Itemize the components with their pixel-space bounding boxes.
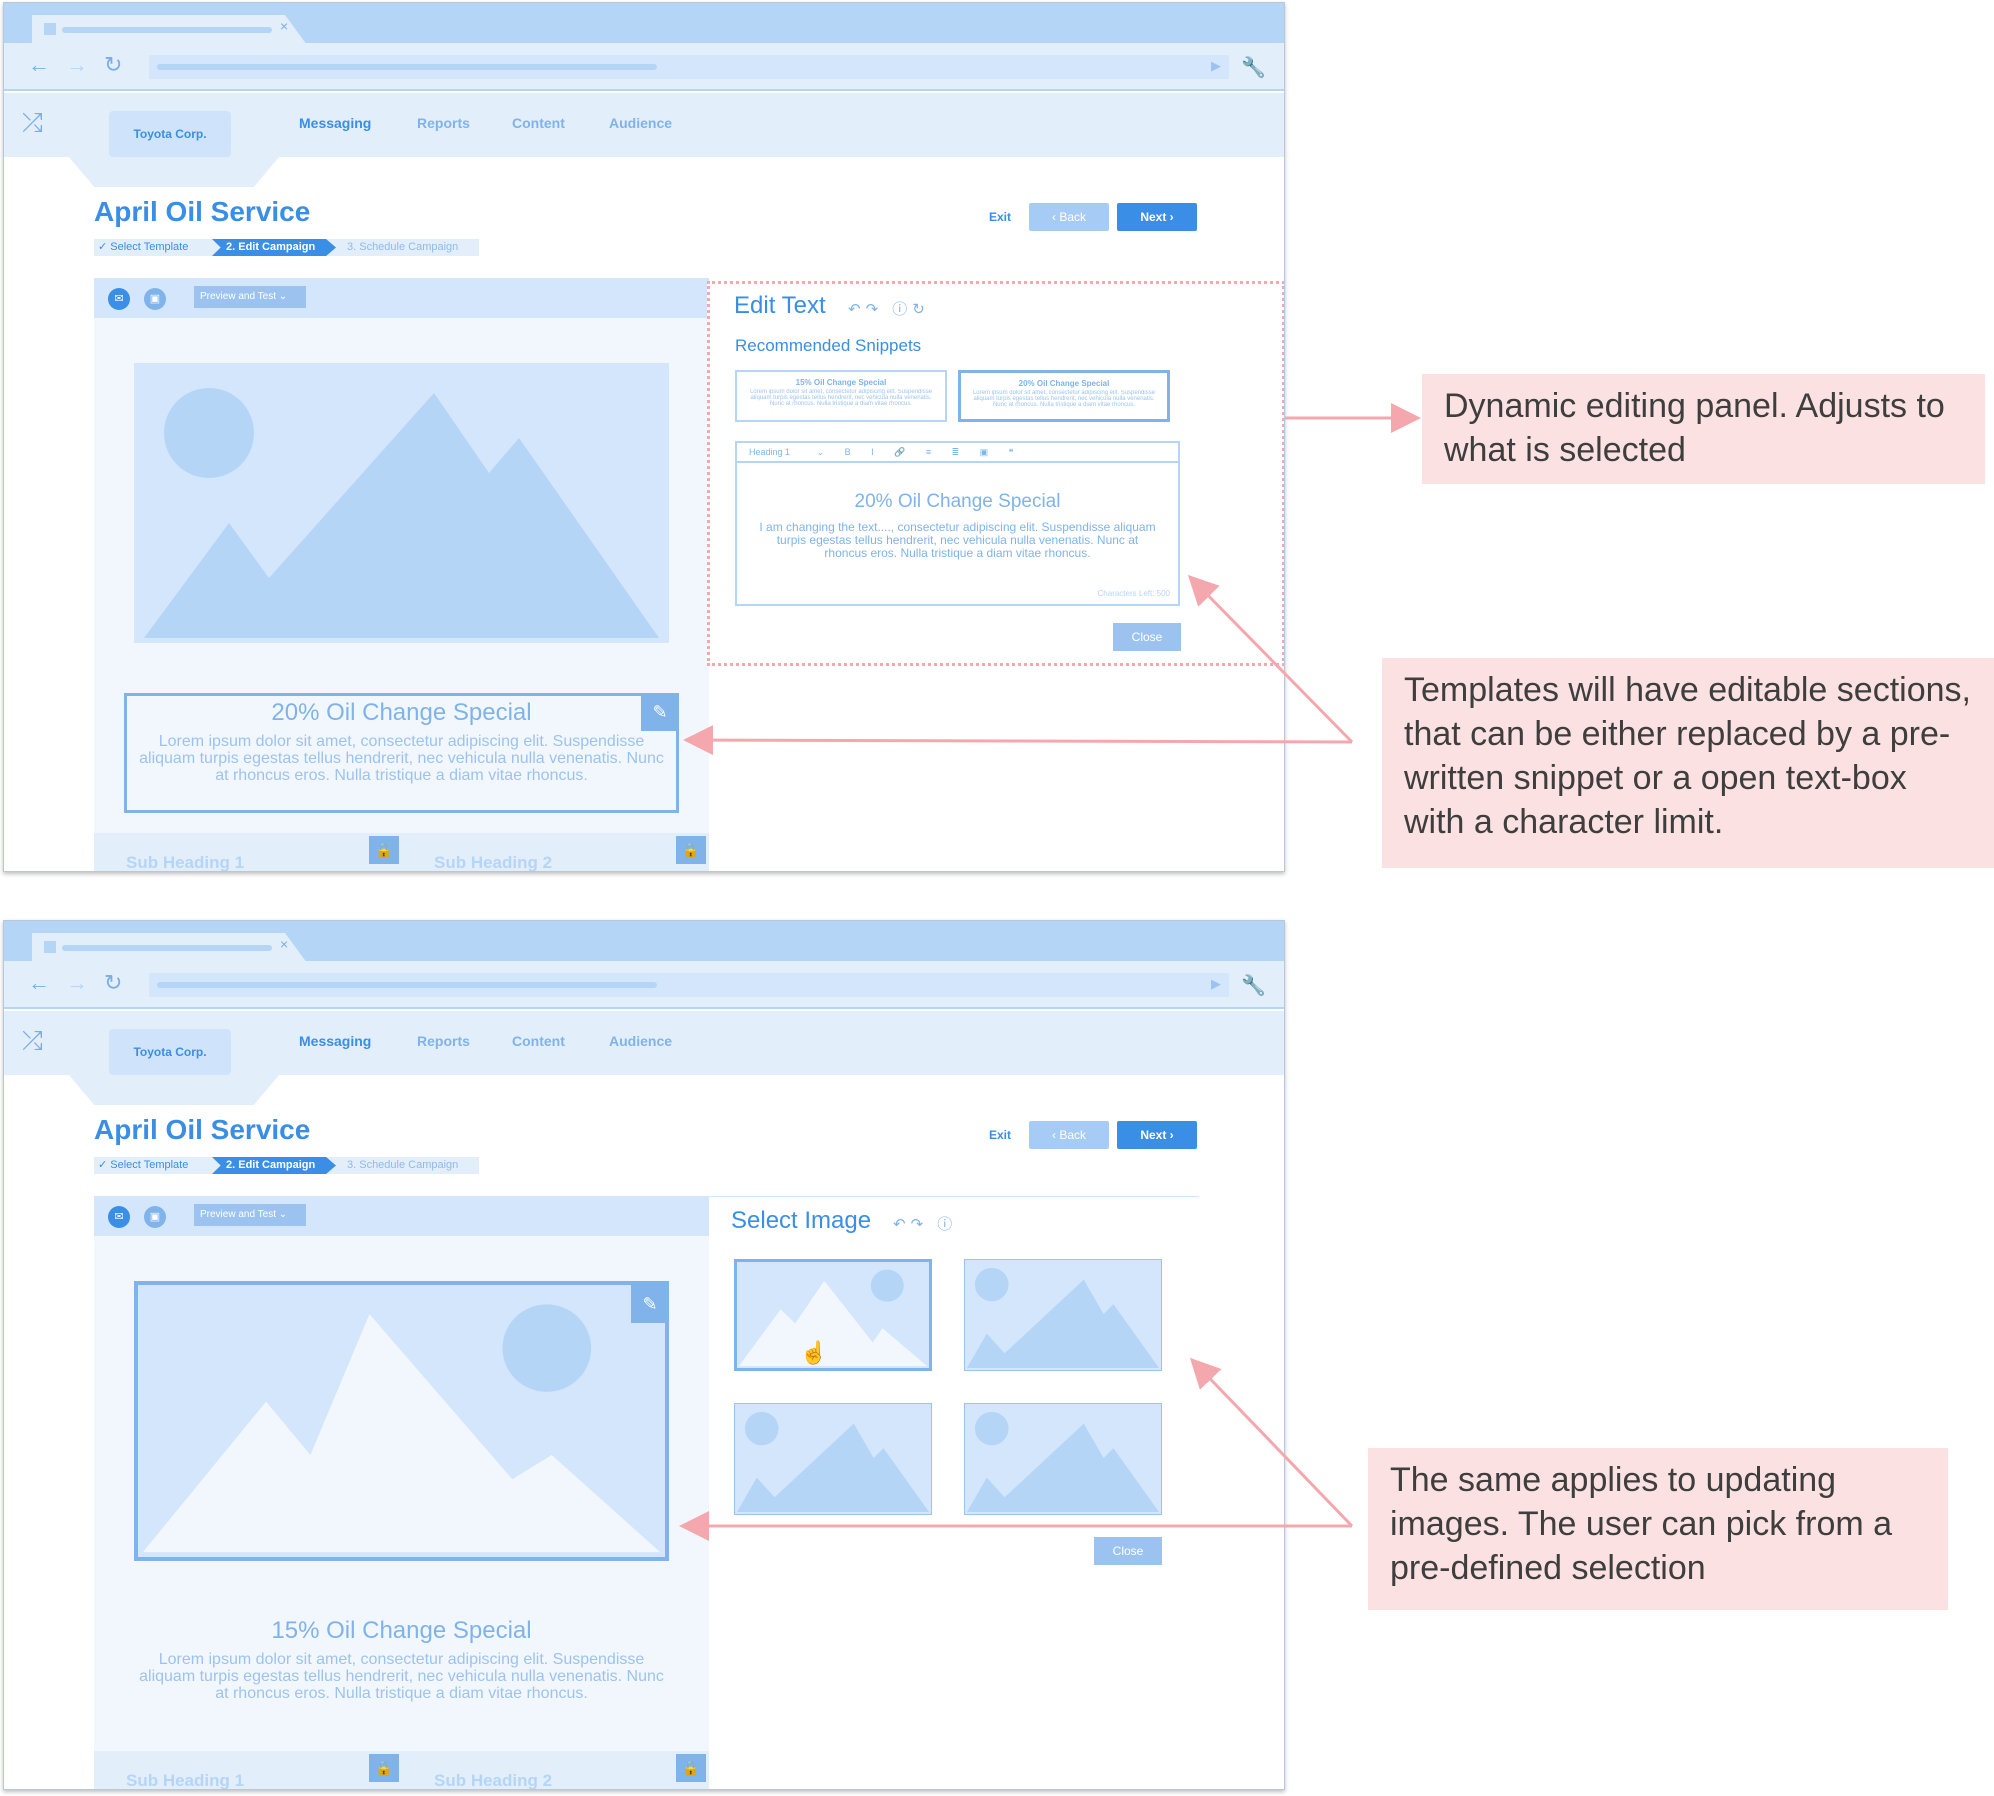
annotation-note: Templates will have editable sections, t… xyxy=(1382,658,1994,868)
annotation-note: The same applies to updating images. The… xyxy=(1368,1448,1948,1610)
annotation-note: Dynamic editing panel. Adjusts to what i… xyxy=(1422,374,1985,484)
